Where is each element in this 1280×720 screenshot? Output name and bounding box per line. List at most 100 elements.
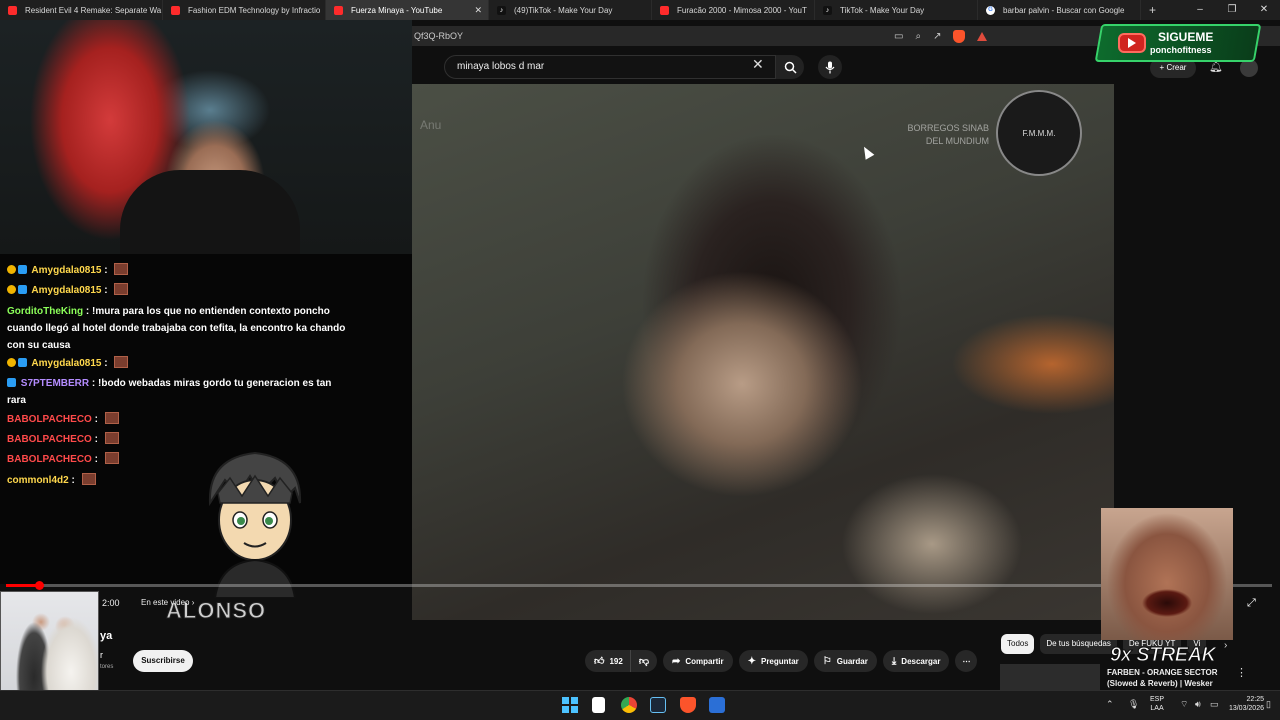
save-button[interactable]: ⚐ Guardar [813, 650, 877, 672]
clock-date: 13/03/2026 [1228, 705, 1264, 712]
tab-tiktok[interactable]: ♪ TikTok - Make Your Day [815, 0, 978, 20]
video-channel-logo: F.M.M.M. [996, 90, 1082, 176]
emote-icon [104, 432, 119, 444]
video-progress-bar[interactable] [6, 581, 1272, 590]
chip-todos[interactable]: Todos [1001, 634, 1035, 654]
badge-icon [7, 265, 16, 274]
video-logo-text: F.M.M.M. [1022, 128, 1056, 138]
microphone-icon[interactable]: 🎙︎ [1128, 699, 1139, 710]
thumbs-up-icon: 👍︎ [594, 656, 605, 667]
tab-furacao[interactable]: Furacão 2000 - Mimosa 2000 - YouT [652, 0, 815, 20]
zoom-icon[interactable]: ⌕ [915, 31, 921, 42]
video-channel-line1: BORREGOS SINAB [907, 123, 989, 133]
minimize-button[interactable]: – [1184, 0, 1216, 20]
file-icon[interactable] [592, 697, 605, 713]
chat-message: Amygdala0815 : [7, 262, 347, 279]
tab-label: Fashion EDM Technology by Infractio [188, 5, 321, 15]
recommendation-title[interactable]: FARBEN - ORANGE SECTOR (Slowed & Reverb)… [1107, 667, 1233, 689]
video-actions: 👍︎ 192 👎︎ ➦ Compartir ✦ Preguntar ⚐ Guardar … [585, 650, 978, 672]
share-icon[interactable]: ↗ [933, 31, 941, 42]
youtube-icon [8, 5, 17, 15]
tab-fuerza-minaya[interactable]: Fuerza Minaya - YouTube ✕ [326, 0, 489, 20]
brave-icon[interactable] [680, 697, 696, 713]
dislike-button[interactable]: 👎︎ [629, 650, 657, 672]
chat-username: Amygdala0815 [31, 358, 102, 369]
emote-icon [114, 263, 129, 275]
like-button[interactable]: 👍︎ 192 [585, 650, 630, 672]
tab-label: Resident Evil 4 Remake: Separate Wa [25, 5, 162, 15]
chevron-right-icon[interactable]: › [1224, 640, 1227, 651]
clock-time: 22:25 [1246, 696, 1264, 703]
progress-fill [6, 584, 39, 587]
channel-name[interactable]: r [100, 650, 103, 660]
share-button[interactable]: ➦ Compartir [662, 650, 733, 672]
brave-rewards-icon[interactable] [977, 31, 988, 41]
cast-icon[interactable]: ▭ [894, 31, 903, 42]
notification-icon[interactable]: ▯ [1266, 699, 1271, 710]
pen-app-icon[interactable] [709, 697, 725, 713]
chat-message: GorditoTheKing : !mura para los que no e… [7, 306, 346, 351]
battery-icon[interactable]: ▭ [1210, 699, 1219, 710]
video-player[interactable]: Anu BORREGOS SINAB DEL MUNDIUM F.M.M.M. [412, 84, 1114, 620]
chrome-icon[interactable] [621, 697, 637, 713]
subscriber-count: tores [100, 664, 114, 670]
clear-search-icon[interactable]: ✕ [752, 56, 764, 73]
tiktok-icon: ♪ [823, 5, 832, 15]
badge-icon [18, 285, 27, 294]
new-tab-button[interactable]: + [1149, 3, 1156, 17]
more-actions-button[interactable]: ⋯ [955, 650, 978, 672]
recommendation-menu-icon[interactable]: ⋮ [1236, 666, 1247, 679]
tiktok-icon: ♪ [497, 5, 506, 15]
language-indicator[interactable]: ESP LAA [1150, 695, 1164, 713]
like-count: 192 [609, 656, 623, 666]
steam-icon[interactable] [650, 697, 666, 713]
search-icon [784, 61, 797, 74]
badge-icon [7, 285, 16, 294]
volume-icon[interactable]: 🔊︎ [1195, 699, 1201, 710]
laughing-meme-overlay [1101, 508, 1233, 640]
search-input[interactable]: minaya lobos d mar [444, 55, 776, 79]
webcam-shirt [120, 170, 300, 254]
recommendation-thumbnail[interactable] [1000, 664, 1100, 690]
chapter-button[interactable]: En este video › [141, 598, 194, 607]
search-button[interactable] [776, 55, 804, 79]
chat-message: S7PTEMBERR : !bodo webadas miras gordo t… [7, 378, 332, 406]
youtube-icon [660, 5, 669, 15]
address-text[interactable]: Qf3Q-RbOY [414, 31, 463, 41]
voice-search-button[interactable] [818, 55, 842, 79]
download-icon: ⤓ [891, 655, 897, 667]
chevron-up-icon[interactable]: ⌃ [1106, 699, 1114, 710]
download-button[interactable]: ⤓ Descargar [882, 650, 950, 672]
chapter-label: En este video [141, 598, 190, 607]
progress-scrubber[interactable] [34, 581, 44, 590]
badge-icon [7, 378, 16, 387]
video-title: ya [100, 630, 113, 642]
ask-button[interactable]: ✦ Preguntar [738, 650, 808, 672]
window-controls: – ❐ ✕ [1184, 0, 1280, 20]
fullscreen-icon[interactable]: ⤢ [1247, 597, 1256, 610]
brave-shield-icon[interactable] [953, 29, 966, 43]
google-icon: G [986, 5, 995, 15]
maximize-button[interactable]: ❐ [1216, 0, 1248, 20]
close-window-button[interactable]: ✕ [1248, 0, 1280, 20]
chat-username: commonl4d2 [7, 475, 69, 486]
chat-message: BABOLPACHECO : [7, 411, 347, 428]
chat-username: Amygdala0815 [31, 265, 102, 276]
windows-taskbar [0, 690, 1280, 720]
close-tab-icon[interactable]: ✕ [474, 5, 482, 16]
chat-message: Amygdala0815 : [7, 355, 347, 372]
download-label: Descargar [901, 656, 941, 666]
tab-resident-evil[interactable]: Resident Evil 4 Remake: Separate Wa [0, 0, 163, 20]
tab-fashion-edm[interactable]: Fashion EDM Technology by Infractio [163, 0, 326, 20]
video-channel-overlay: BORREGOS SINAB DEL MUNDIUM [864, 122, 989, 148]
tab-tiktok-49[interactable]: ♪ (49)TikTok - Make Your Day [489, 0, 652, 20]
wifi-icon[interactable]: ⌔ [1180, 699, 1188, 710]
sparkle-icon: ✦ [747, 655, 756, 667]
badge-icon [18, 265, 27, 274]
subscribe-button[interactable]: Suscribirse [133, 650, 193, 672]
chat-message: Amygdala0815 : [7, 282, 347, 299]
windows-start-icon[interactable] [562, 697, 578, 713]
taskbar-clock[interactable]: 22:25 13/03/2026 [1228, 695, 1264, 713]
video-watermark: Anu [420, 118, 442, 132]
tab-google-search[interactable]: Gbarbar palvin - Buscar con Google [978, 0, 1141, 20]
